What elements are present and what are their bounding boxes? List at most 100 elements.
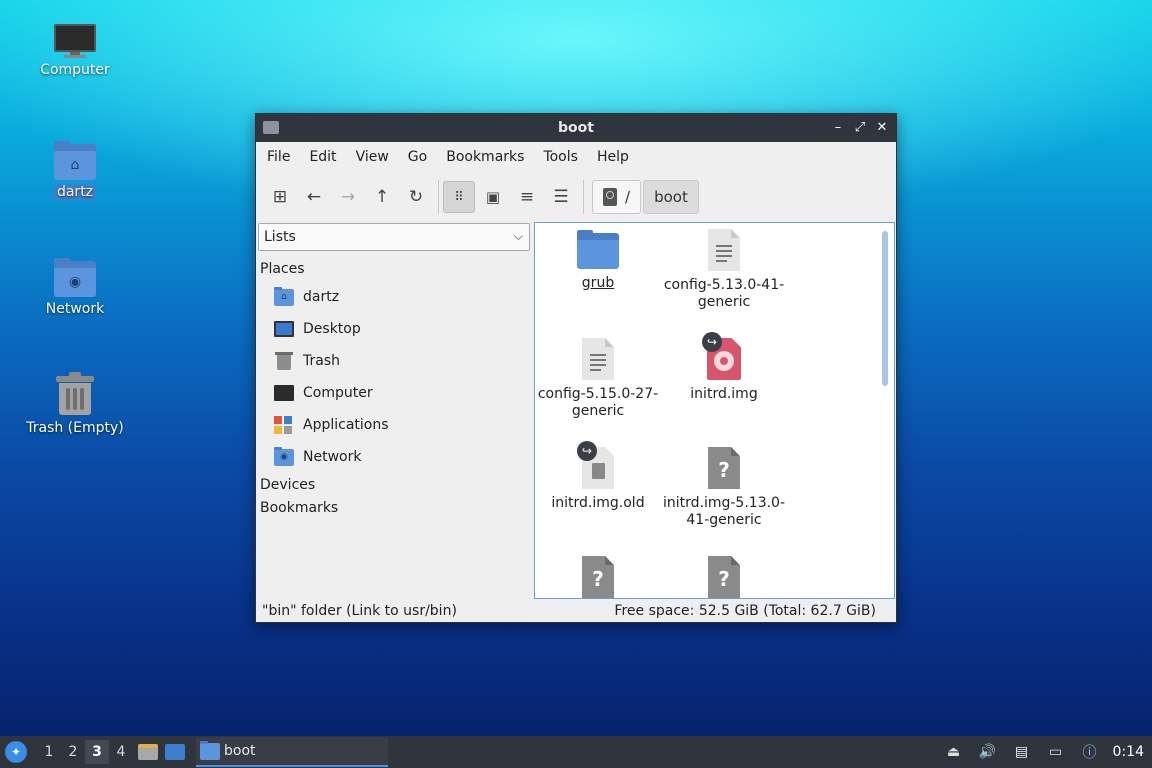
menu-bookmarks[interactable]: Bookmarks [439,149,531,165]
chevron-down-icon: ⌵ [513,229,523,243]
toolbar-separator [438,180,439,214]
link-file-icon: ↪ [577,441,614,489]
sidebar-item-trash[interactable]: Trash [258,345,531,377]
status-selection: "bin" folder (Link to usr/bin) [262,603,457,619]
trash-icon [275,352,293,370]
desktop-icon-home[interactable]: ⌂ dartz [10,141,140,200]
network-icon[interactable]: ▭ [1045,742,1067,762]
icon-view-button[interactable]: ⠿ [443,181,475,213]
file-item[interactable]: config-5.13.0-41-generic [661,229,787,311]
close-button[interactable]: ✕ [874,120,890,136]
workspace-3[interactable]: 3 [85,740,109,764]
window-title: boot [558,120,594,136]
taskbar: ✦ 1 2 3 4 boot ⏏ 🔊 ▤ ▭ ⓘ 0:14 [0,736,1152,768]
system-tray: ⏏ 🔊 ▤ ▭ ⓘ 0:14 [937,736,1152,768]
desktop-icon-network[interactable]: ◉ Network [10,258,140,317]
menu-view[interactable]: View [349,149,396,165]
arrow-up-icon: ↑ [374,187,390,207]
sidebar-item-desktop[interactable]: Desktop [258,313,531,345]
devices-heading[interactable]: Devices [258,473,531,496]
arrow-left-icon: ← [306,187,322,207]
toolbar: ⊞ ← → ↑ ↻ ⠿ ▣ ≡ ☰ / boot [256,172,896,222]
breadcrumb-current[interactable]: boot [643,180,699,214]
new-tab-button[interactable]: ⊞ [264,181,296,213]
file-manager-launcher-icon[interactable] [138,744,158,760]
file-manager-window: boot – ⤢ ✕ File Edit View Go Bookmarks T… [255,113,897,623]
maximize-button[interactable]: ⤢ [852,120,868,136]
show-desktop-icon[interactable] [165,744,185,760]
scrollbar[interactable] [882,231,888,386]
folder-icon [577,230,619,269]
desktop-icon-trash[interactable]: Trash (Empty) [10,372,140,436]
sidebar-item-network[interactable]: ◉ Network [258,441,531,473]
file-name: grub [581,275,615,291]
file-name: initrd.img-5.13.0-41-generic [662,495,786,528]
sidebar-item-applications[interactable]: Applications [258,409,531,441]
bookmarks-heading[interactable]: Bookmarks [258,496,531,519]
detailed-view-button[interactable]: ☰ [545,181,577,213]
trash-icon [56,372,94,416]
file-item[interactable]: ↪ initrd.img [661,332,787,403]
window-titlebar[interactable]: boot – ⤢ ✕ [256,114,896,142]
reload-button[interactable]: ↻ [400,181,432,213]
file-name: initrd.img.old [551,495,645,511]
menu-tools[interactable]: Tools [536,149,585,165]
drive-icon [603,188,617,206]
desktop-icon-label: Network [45,301,105,317]
file-item[interactable]: ? [535,556,661,598]
toolbar-separator [583,180,584,214]
network-folder-icon: ◉ [54,258,96,297]
computer-icon [274,385,294,401]
home-folder-icon: ⌂ [274,287,294,306]
computer-icon [54,24,96,58]
side-panel-mode-select[interactable]: Lists ⌵ [258,223,530,251]
minimize-button[interactable]: – [830,120,846,136]
workspace-1[interactable]: 1 [37,744,61,760]
sidebar-item-label: Trash [303,353,340,369]
up-button[interactable]: ↑ [366,181,398,213]
back-button[interactable]: ← [298,181,330,213]
file-view[interactable]: grub config-5.13.0-41-generic config-5.1… [534,222,895,599]
file-item[interactable]: config-5.15.0-27-generic [535,338,661,420]
sidebar-item-label: Network [303,449,362,465]
list-icon: ≡ [519,187,535,207]
start-menu-button[interactable]: ✦ [5,741,27,763]
thumbnail-view-button[interactable]: ▣ [477,181,509,213]
file-name: initrd.img [690,386,758,402]
workspace-2[interactable]: 2 [61,744,85,760]
link-arrow-icon: ↪ [577,441,597,461]
clipboard-icon[interactable]: ▤ [1011,742,1033,762]
start-logo-icon: ✦ [10,745,22,759]
breadcrumb-root-label: / [625,188,631,206]
file-item[interactable]: ? [661,556,787,598]
sidebar-item-label: Desktop [303,321,361,337]
forward-button[interactable]: → [332,181,364,213]
file-item[interactable]: grub [535,230,661,292]
compact-view-button[interactable]: ≡ [511,181,543,213]
unknown-file-icon: ? [582,556,614,598]
sidebar-item-computer[interactable]: Computer [258,377,531,409]
menu-bar: File Edit View Go Bookmarks Tools Help [256,142,896,172]
task-label: boot [224,743,256,759]
applications-icon [274,416,292,434]
file-item[interactable]: ? initrd.img-5.13.0-41-generic [661,447,787,529]
volume-icon[interactable]: 🔊 [977,742,999,762]
desktop-icon-computer[interactable]: Computer [10,24,140,78]
menu-help[interactable]: Help [590,149,636,165]
home-folder-icon: ⌂ [54,141,96,180]
sidebar-item-home[interactable]: ⌂ dartz [258,281,531,313]
menu-go[interactable]: Go [401,149,434,165]
notification-icon[interactable]: ⓘ [1079,742,1101,762]
eject-icon[interactable]: ⏏ [943,742,965,762]
file-item[interactable]: ↪ initrd.img.old [535,441,661,512]
task-button-boot[interactable]: boot [196,737,388,767]
detailed-list-icon: ☰ [553,187,569,207]
sidebar-item-label: Applications [303,417,389,433]
workspace-4[interactable]: 4 [109,744,133,760]
menu-edit[interactable]: Edit [302,149,343,165]
places-heading[interactable]: Places [258,261,531,279]
menu-file[interactable]: File [260,149,297,165]
status-bar: "bin" folder (Link to usr/bin) Free spac… [256,600,896,622]
breadcrumb-root[interactable]: / [592,180,642,214]
text-file-icon [708,229,740,271]
